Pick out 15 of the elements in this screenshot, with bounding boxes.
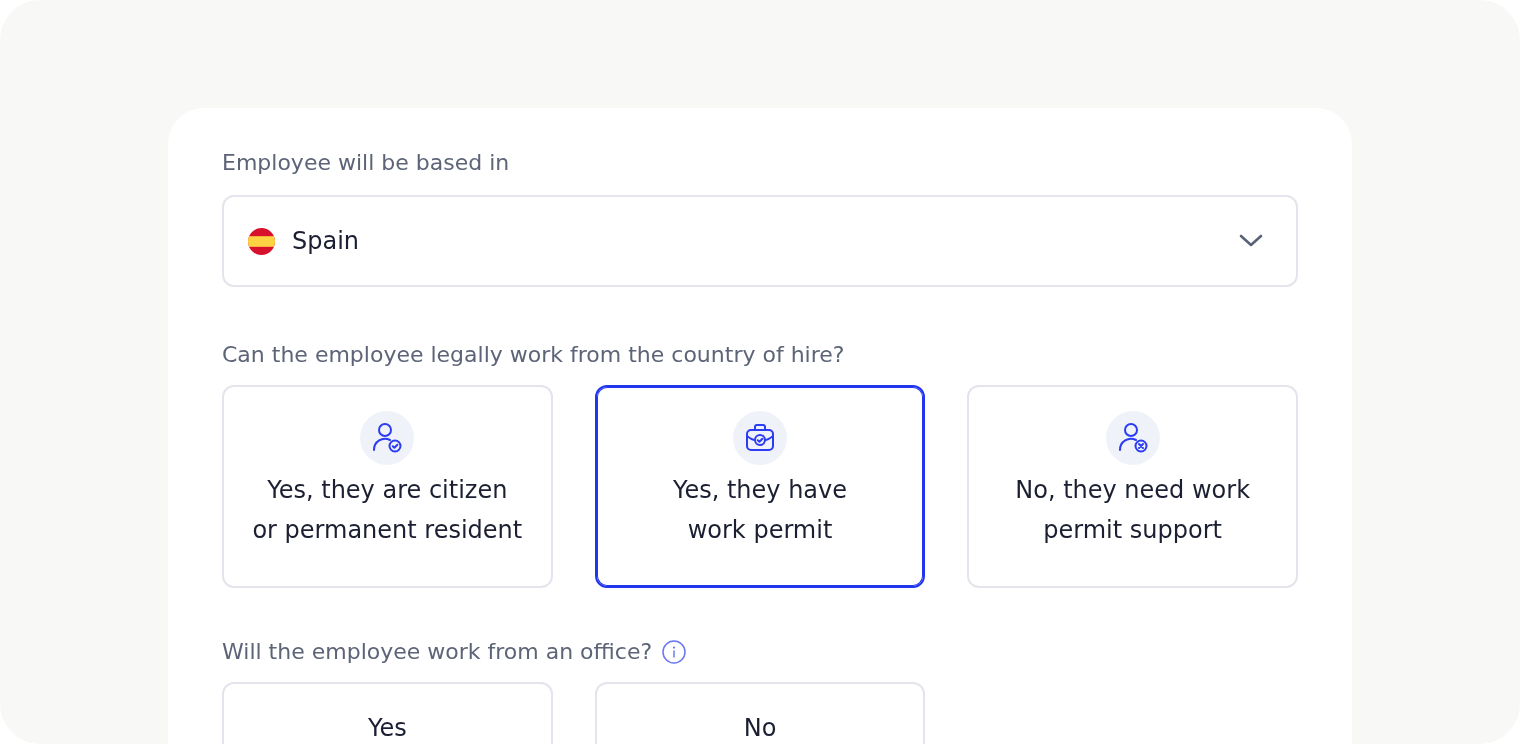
option-card[interactable]: Yes, they have work permit: [594, 385, 926, 588]
question-label: Will the employee work from an office?: [222, 638, 653, 666]
option-card[interactable]: Yes: [222, 682, 553, 744]
option-card[interactable]: Yes, they are citizen or permanent resident: [222, 385, 553, 588]
info-icon[interactable]: [662, 640, 687, 664]
country-select[interactable]: Spain: [222, 195, 1298, 287]
chevron-down-icon: [1239, 234, 1263, 248]
flag-icon: [248, 227, 275, 255]
question-label: Can the employee legally work from the country of hire?: [222, 341, 845, 369]
option-card[interactable]: No: [594, 682, 926, 744]
option-card[interactable]: No, they need work permit support: [967, 385, 1298, 588]
user-cross-icon: [1105, 411, 1160, 465]
briefcase-check-icon: [733, 411, 787, 465]
field-label: Employee will be based in: [222, 149, 510, 177]
user-check-icon: [360, 411, 415, 465]
